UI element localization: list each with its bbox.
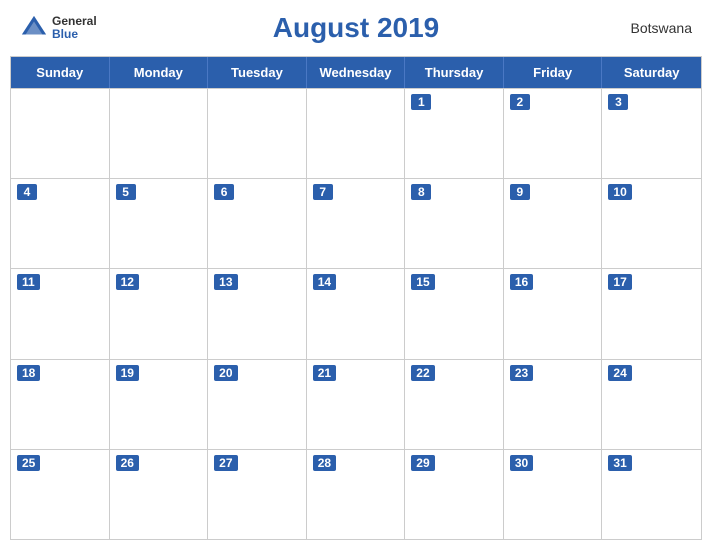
week-row-3: 11 12 13 14 15 16 17 bbox=[11, 268, 701, 358]
day-cell-2-4: 15 bbox=[405, 269, 504, 358]
header-sunday: Sunday bbox=[11, 57, 110, 88]
week-row-2: 4 5 6 7 8 9 10 bbox=[11, 178, 701, 268]
day-number: 19 bbox=[116, 365, 139, 381]
day-number: 21 bbox=[313, 365, 336, 381]
logo-blue-text: Blue bbox=[52, 28, 97, 41]
logo-icon bbox=[20, 14, 48, 42]
day-cell-0-5: 2 bbox=[504, 89, 603, 178]
day-number: 6 bbox=[214, 184, 234, 200]
day-cell-3-2: 20 bbox=[208, 360, 307, 449]
day-number: 13 bbox=[214, 274, 237, 290]
day-number: 4 bbox=[17, 184, 37, 200]
day-number: 30 bbox=[510, 455, 533, 471]
day-number: 14 bbox=[313, 274, 336, 290]
day-number: 17 bbox=[608, 274, 631, 290]
day-number: 1 bbox=[411, 94, 431, 110]
day-cell-2-2: 13 bbox=[208, 269, 307, 358]
day-cell-4-4: 29 bbox=[405, 450, 504, 539]
day-number: 27 bbox=[214, 455, 237, 471]
day-cell-2-5: 16 bbox=[504, 269, 603, 358]
day-cell-4-6: 31 bbox=[602, 450, 701, 539]
day-number: 9 bbox=[510, 184, 530, 200]
day-cell-1-4: 8 bbox=[405, 179, 504, 268]
day-cell-0-3 bbox=[307, 89, 406, 178]
day-number: 31 bbox=[608, 455, 631, 471]
day-number: 23 bbox=[510, 365, 533, 381]
day-number: 22 bbox=[411, 365, 434, 381]
day-cell-1-1: 5 bbox=[110, 179, 209, 268]
day-cell-0-4: 1 bbox=[405, 89, 504, 178]
day-cell-4-3: 28 bbox=[307, 450, 406, 539]
day-cell-2-6: 17 bbox=[602, 269, 701, 358]
day-number: 15 bbox=[411, 274, 434, 290]
day-number: 24 bbox=[608, 365, 631, 381]
day-cell-0-0 bbox=[11, 89, 110, 178]
day-number: 8 bbox=[411, 184, 431, 200]
day-cell-1-5: 9 bbox=[504, 179, 603, 268]
calendar-weeks: 1234567891011121314151617181920212223242… bbox=[11, 88, 701, 539]
day-number: 28 bbox=[313, 455, 336, 471]
day-cell-3-3: 21 bbox=[307, 360, 406, 449]
day-number: 18 bbox=[17, 365, 40, 381]
day-cell-0-1 bbox=[110, 89, 209, 178]
page-title: August 2019 bbox=[273, 12, 440, 44]
week-row-5: 25 26 27 28 29 30 31 bbox=[11, 449, 701, 539]
day-number: 25 bbox=[17, 455, 40, 471]
day-cell-3-0: 18 bbox=[11, 360, 110, 449]
day-headers-row: Sunday Monday Tuesday Wednesday Thursday… bbox=[11, 57, 701, 88]
day-cell-3-1: 19 bbox=[110, 360, 209, 449]
day-cell-0-6: 3 bbox=[602, 89, 701, 178]
header-thursday: Thursday bbox=[405, 57, 504, 88]
day-number: 7 bbox=[313, 184, 333, 200]
day-number: 20 bbox=[214, 365, 237, 381]
day-cell-4-2: 27 bbox=[208, 450, 307, 539]
header-tuesday: Tuesday bbox=[208, 57, 307, 88]
page-header: General Blue August 2019 Botswana bbox=[0, 0, 712, 56]
header-wednesday: Wednesday bbox=[307, 57, 406, 88]
header-saturday: Saturday bbox=[602, 57, 701, 88]
day-cell-1-3: 7 bbox=[307, 179, 406, 268]
day-cell-2-1: 12 bbox=[110, 269, 209, 358]
day-number: 16 bbox=[510, 274, 533, 290]
day-number: 12 bbox=[116, 274, 139, 290]
day-cell-4-0: 25 bbox=[11, 450, 110, 539]
day-cell-3-6: 24 bbox=[602, 360, 701, 449]
day-cell-3-4: 22 bbox=[405, 360, 504, 449]
header-friday: Friday bbox=[504, 57, 603, 88]
header-monday: Monday bbox=[110, 57, 209, 88]
day-number: 26 bbox=[116, 455, 139, 471]
day-cell-3-5: 23 bbox=[504, 360, 603, 449]
week-row-4: 18 19 20 21 22 23 24 bbox=[11, 359, 701, 449]
logo: General Blue bbox=[20, 14, 97, 42]
day-number: 29 bbox=[411, 455, 434, 471]
day-cell-1-6: 10 bbox=[602, 179, 701, 268]
day-number: 10 bbox=[608, 184, 631, 200]
day-cell-0-2 bbox=[208, 89, 307, 178]
week-row-1: 1 2 3 bbox=[11, 88, 701, 178]
day-cell-2-0: 11 bbox=[11, 269, 110, 358]
day-number: 3 bbox=[608, 94, 628, 110]
day-cell-1-2: 6 bbox=[208, 179, 307, 268]
country-label: Botswana bbox=[631, 20, 692, 36]
day-number: 11 bbox=[17, 274, 40, 290]
day-cell-2-3: 14 bbox=[307, 269, 406, 358]
day-cell-4-5: 30 bbox=[504, 450, 603, 539]
day-cell-4-1: 26 bbox=[110, 450, 209, 539]
calendar: Sunday Monday Tuesday Wednesday Thursday… bbox=[10, 56, 702, 540]
logo-text: General Blue bbox=[52, 15, 97, 41]
day-number: 2 bbox=[510, 94, 530, 110]
day-number: 5 bbox=[116, 184, 136, 200]
day-cell-1-0: 4 bbox=[11, 179, 110, 268]
